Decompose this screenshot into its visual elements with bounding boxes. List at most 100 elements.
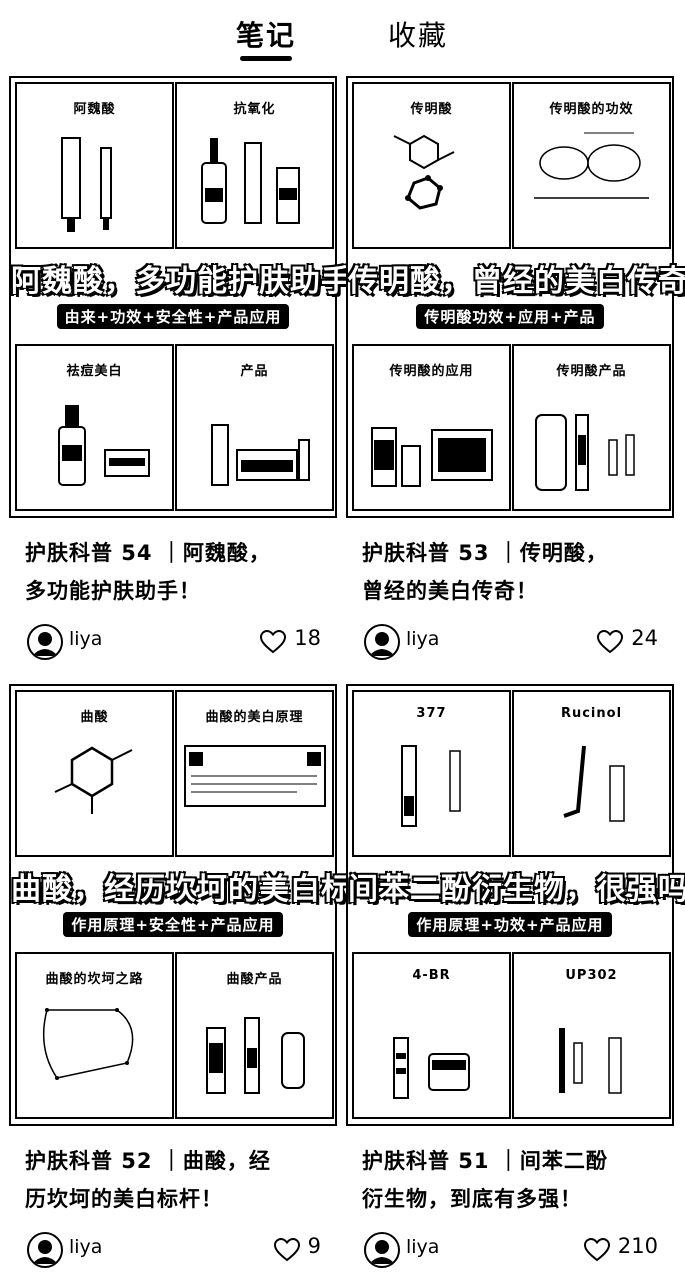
- cover-panel: 传明酸产品: [512, 344, 671, 511]
- note-title[interactable]: 护肤科普 54 ｜阿魏酸， 多功能护肤助手！: [25, 534, 325, 610]
- note-card[interactable]: 传明酸 传明酸的功效 传明酸，曾经的美白传奇 传明酸功效+应用+产品 传明酸的应…: [346, 76, 685, 660]
- cover-banner: 阿魏酸，多功能护肤助手 由来+功效+安全性+产品应用: [10, 250, 352, 340]
- product-group-graphic: [393, 1037, 470, 1099]
- like-count-text: 18: [294, 626, 321, 650]
- note-card[interactable]: 曲酸 曲酸的美白原理 曲酸，经历坎坷的美白标杆 作用原理+安全性+产品应用 曲酸…: [9, 684, 383, 1268]
- cover-banner: 曲酸，经历坎坷的美白标杆 作用原理+安全性+产品应用: [10, 858, 383, 948]
- cover-panel: 祛痘美白: [15, 344, 174, 511]
- cover-subline-text: 由来+功效+安全性+产品应用: [56, 304, 290, 329]
- cover-panel: 曲酸的美白原理: [175, 690, 334, 857]
- panel-title: 377: [416, 706, 447, 721]
- heart-icon[interactable]: [583, 1238, 610, 1262]
- cover-panel: 曲酸: [15, 690, 174, 857]
- note-card[interactable]: 阿魏酸 抗氧化 阿魏酸，多功能护肤助手 由来+功效+安全性+产品应用 祛痘美白 …: [9, 76, 352, 660]
- cover-panel: 传明酸的功效: [512, 82, 671, 249]
- like-count-text: 24: [631, 626, 658, 650]
- note-title-line: 历坎坷的美白标杆！: [25, 1187, 223, 1211]
- avatar[interactable]: [364, 1232, 400, 1268]
- note-cover-image[interactable]: 阿魏酸 抗氧化 阿魏酸，多功能护肤助手 由来+功效+安全性+产品应用 祛痘美白 …: [9, 76, 352, 518]
- cover-panel: 4-BR: [352, 952, 511, 1119]
- note-title-line: 护肤科普 52 ｜曲酸，经: [25, 1149, 271, 1173]
- note-cover-image[interactable]: 曲酸 曲酸的美白原理 曲酸，经历坎坷的美白标杆 作用原理+安全性+产品应用 曲酸…: [9, 684, 383, 1126]
- note-title-line: 多功能护肤助手！: [25, 579, 201, 603]
- avatar[interactable]: [27, 624, 63, 660]
- panel-title: 曲酸的美白原理: [205, 710, 304, 725]
- cover-panel: 产品: [175, 344, 334, 511]
- note-title-line: 护肤科普 51 ｜间苯二酚: [362, 1149, 608, 1173]
- note-cover-image[interactable]: 传明酸 传明酸的功效 传明酸，曾经的美白传奇 传明酸功效+应用+产品 传明酸的应…: [346, 76, 685, 518]
- product-bottles-graphic: [563, 745, 625, 822]
- cover-panel: 曲酸产品: [175, 952, 334, 1119]
- like-count-text: 210: [617, 1234, 658, 1258]
- product-tubes-graphic: [61, 137, 112, 232]
- author-name[interactable]: liya: [406, 628, 439, 650]
- panel-title: 曲酸产品: [226, 972, 283, 987]
- panel-title: 传明酸: [410, 102, 453, 117]
- note-cover-image[interactable]: 377 Rucinol 间苯二酚衍生物，很强吗 作用原理+功效+产品应用 4-B…: [346, 684, 685, 1126]
- active-tab-indicator: [240, 56, 292, 61]
- product-group-graphic: [211, 424, 310, 486]
- panel-title: 传明酸产品: [556, 364, 627, 379]
- molecule-structure-graphic: [393, 134, 455, 210]
- note-title[interactable]: 护肤科普 53 ｜传明酸， 曾经的美白传奇！: [362, 534, 662, 610]
- tab-favorites[interactable]: 收藏: [388, 14, 448, 54]
- cover-subline-text: 作用原理+安全性+产品应用: [63, 912, 283, 937]
- note-title-line: 衍生物，到底有多强！: [362, 1187, 582, 1211]
- panel-title: 传明酸的功效: [549, 102, 634, 117]
- cover-banner: 间苯二酚衍生物，很强吗 作用原理+功效+产品应用: [347, 858, 685, 948]
- like-count-text: 9: [307, 1234, 321, 1258]
- note-title[interactable]: 护肤科普 51 ｜间苯二酚 衍生物，到底有多强！: [362, 1142, 662, 1218]
- cover-subline: 作用原理+功效+产品应用: [348, 912, 672, 937]
- note-meta: liya 24: [364, 624, 664, 660]
- journal-article-graphic: [184, 745, 326, 807]
- panel-title: 曲酸: [80, 710, 109, 725]
- panel-title: 祛痘美白: [66, 364, 123, 379]
- tab-notes[interactable]: 笔记: [236, 14, 296, 54]
- note-card[interactable]: 377 Rucinol 间苯二酚衍生物，很强吗 作用原理+功效+产品应用 4-B…: [346, 684, 685, 1268]
- cover-panel: 阿魏酸: [15, 82, 174, 249]
- panel-title: UP302: [565, 968, 618, 983]
- cover-subline-text: 作用原理+功效+产品应用: [408, 912, 612, 937]
- product-group-graphic: [206, 1017, 305, 1094]
- panel-title: 产品: [240, 364, 269, 379]
- heart-icon[interactable]: [273, 1238, 300, 1262]
- tab-bar: 笔记 收藏: [0, 0, 685, 70]
- like-count[interactable]: 9: [273, 1234, 321, 1262]
- cover-subline: 由来+功效+安全性+产品应用: [11, 304, 335, 329]
- heart-icon[interactable]: [597, 630, 624, 654]
- author-name[interactable]: liya: [69, 1236, 102, 1258]
- panel-title: 传明酸的应用: [389, 364, 474, 379]
- product-bottles-graphic: [401, 745, 461, 827]
- note-title[interactable]: 护肤科普 52 ｜曲酸，经 历坎坷的美白标杆！: [25, 1142, 325, 1218]
- product-serum-graphic: [58, 405, 150, 486]
- note-meta: liya 210: [364, 1232, 664, 1268]
- heart-icon[interactable]: [260, 630, 287, 654]
- timeline-diagram-graphic: [42, 1008, 134, 1080]
- avatar[interactable]: [364, 624, 400, 660]
- panel-title: 4-BR: [412, 968, 451, 983]
- cover-panel: 曲酸的坎坷之路: [15, 952, 174, 1119]
- avatar[interactable]: [27, 1232, 63, 1268]
- cover-panel: Rucinol: [512, 690, 671, 857]
- note-title-line: 护肤科普 54 ｜阿魏酸，: [25, 541, 271, 565]
- cover-panel: 传明酸: [352, 82, 511, 249]
- note-title-line: 曾经的美白传奇！: [362, 579, 538, 603]
- cover-panel: 377: [352, 690, 511, 857]
- molecule-structure-graphic: [54, 746, 133, 814]
- like-count[interactable]: 24: [597, 626, 658, 654]
- like-count[interactable]: 18: [260, 626, 321, 654]
- note-meta: liya 18: [27, 624, 327, 660]
- cover-subline: 传明酸功效+应用+产品: [348, 304, 672, 329]
- panel-title: 阿魏酸: [73, 102, 116, 117]
- panel-title: 抗氧化: [233, 102, 276, 117]
- cover-panel: 传明酸的应用: [352, 344, 511, 511]
- product-boxes-graphic: [371, 427, 493, 487]
- author-name[interactable]: liya: [69, 628, 102, 650]
- panel-title: Rucinol: [560, 706, 623, 721]
- cover-headline: 传明酸，曾经的美白传奇: [347, 263, 685, 300]
- like-count[interactable]: 210: [583, 1234, 658, 1262]
- cover-headline: 阿魏酸，多功能护肤助手: [10, 263, 352, 300]
- cover-headline: 曲酸，经历坎坷的美白标杆: [10, 871, 383, 908]
- author-name[interactable]: liya: [406, 1236, 439, 1258]
- cover-panel: UP302: [512, 952, 671, 1119]
